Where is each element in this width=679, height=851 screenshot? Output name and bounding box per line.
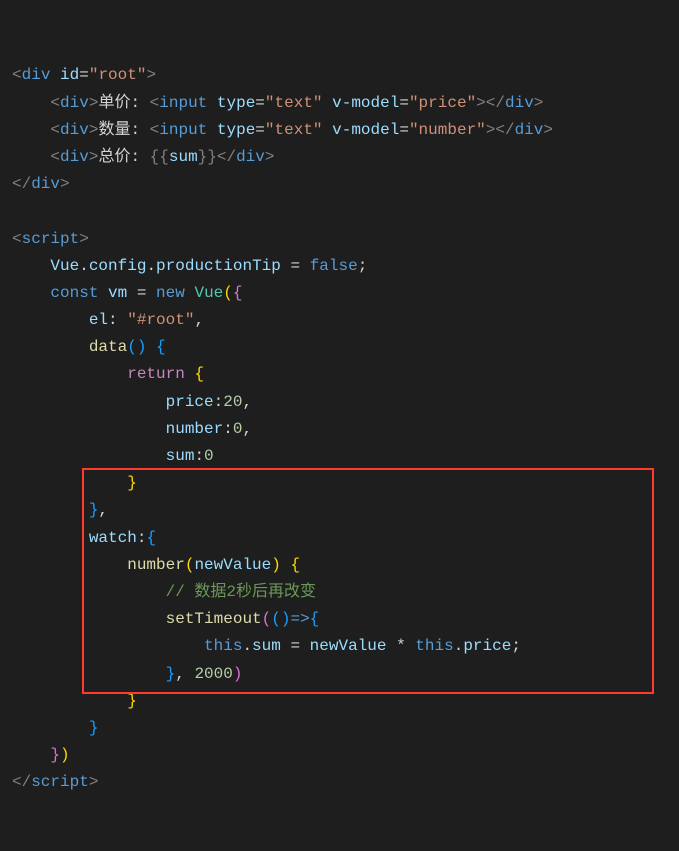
code-line: watch:{ <box>4 525 675 552</box>
code-line: const vm = new Vue({ <box>4 280 675 307</box>
code-lines: <div id="root"> <div>单价: <input type="te… <box>4 62 675 796</box>
code-line: Vue.config.productionTip = false; <box>4 253 675 280</box>
code-line: number(newValue) { <box>4 552 675 579</box>
code-line: // 数据2秒后再改变 <box>4 579 675 606</box>
code-line: }) <box>4 742 675 769</box>
code-line: el: "#root", <box>4 307 675 334</box>
code-line: } <box>4 715 675 742</box>
code-line: </script> <box>4 769 675 796</box>
code-line: <div>单价: <input type="text" v-model="pri… <box>4 90 675 117</box>
code-line: number:0, <box>4 416 675 443</box>
code-line: } <box>4 688 675 715</box>
code-line: data() { <box>4 334 675 361</box>
code-line: <div id="root"> <box>4 62 675 89</box>
code-line: <div>数量: <input type="text" v-model="num… <box>4 117 675 144</box>
code-line: return { <box>4 361 675 388</box>
code-line <box>4 198 675 225</box>
code-line: <div>总价: {{sum}}</div> <box>4 144 675 171</box>
code-line: this.sum = newValue * this.price; <box>4 633 675 660</box>
code-line: <script> <box>4 226 675 253</box>
code-line: sum:0 <box>4 443 675 470</box>
code-line: price:20, <box>4 389 675 416</box>
code-line: setTimeout(()=>{ <box>4 606 675 633</box>
code-line: }, 2000) <box>4 661 675 688</box>
code-line: }, <box>4 497 675 524</box>
code-line: } <box>4 470 675 497</box>
code-line: </div> <box>4 171 675 198</box>
code-editor-content: <div id="root"> <div>单价: <input type="te… <box>4 8 675 851</box>
